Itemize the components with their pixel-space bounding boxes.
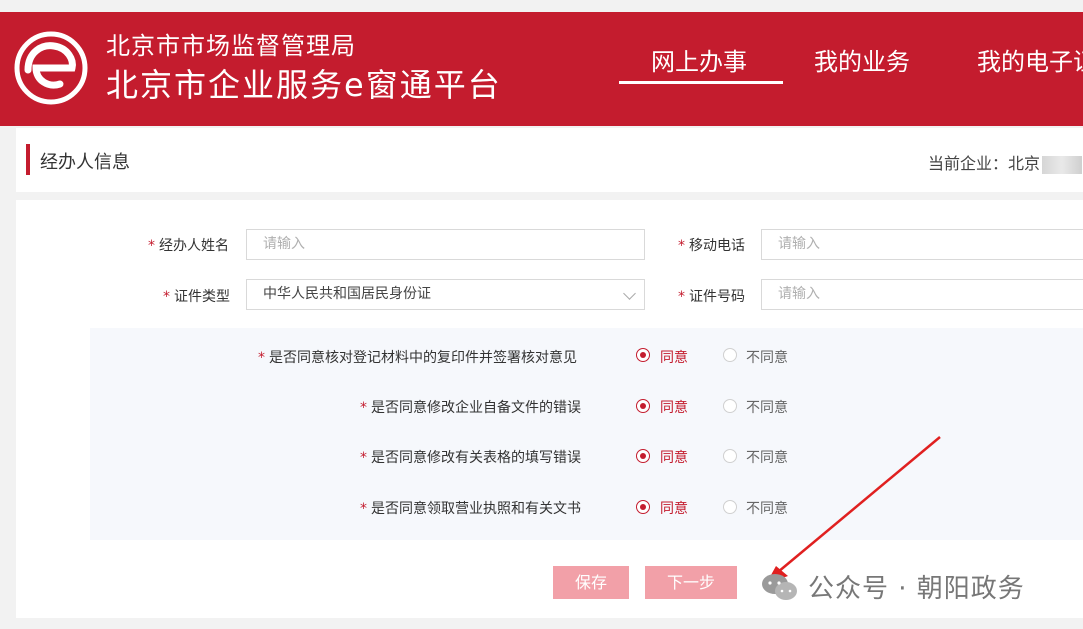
watermark-text: 公众号 · 朝阳政务 <box>808 574 1025 604</box>
wechat-icon <box>762 574 797 600</box>
annotation-arrow <box>766 436 941 584</box>
